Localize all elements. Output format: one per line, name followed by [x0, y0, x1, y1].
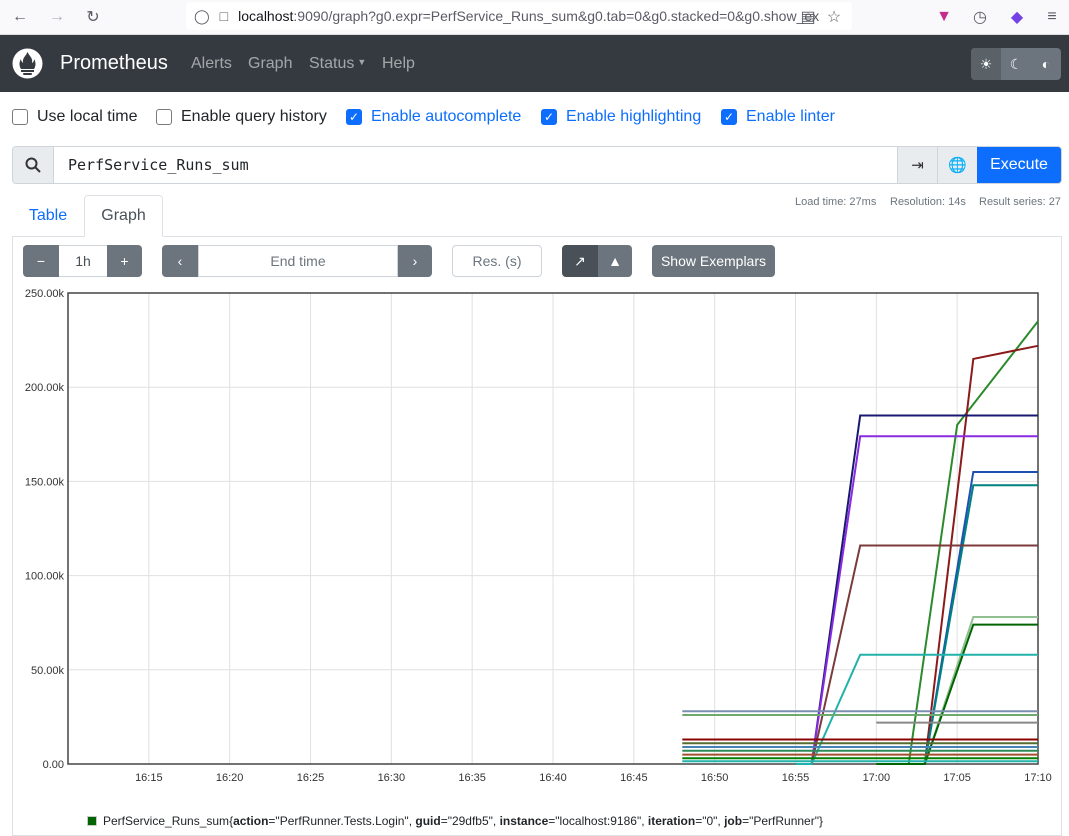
option-label: Enable autocomplete	[371, 108, 522, 125]
legend-label-key: guid	[415, 814, 441, 828]
url-rest: :9090/graph?g0.expr=PerfService_Runs_sum…	[293, 8, 820, 24]
navbar: Prometheus Alerts Graph Status ▼ Help ☀ ☾…	[0, 35, 1069, 92]
dark-theme-icon[interactable]: ☾	[1001, 48, 1031, 80]
menu-icon[interactable]: ≡	[1040, 6, 1064, 28]
tab-graph[interactable]: Graph	[84, 195, 163, 237]
nav-graph[interactable]: Graph	[248, 55, 292, 73]
light-theme-icon[interactable]: ☀	[971, 48, 1001, 80]
reload-icon[interactable]: ↻	[81, 6, 105, 28]
range-increase-button[interactable]: +	[107, 245, 142, 277]
legend-label-value: ="PerfRunner.Tests.Login",	[268, 814, 416, 828]
load-time: Load time: 27ms	[795, 196, 877, 208]
pocket-icon[interactable]: ▼	[932, 6, 956, 28]
execute-button[interactable]: Execute	[977, 147, 1061, 183]
y-tick-label: 50.00k	[31, 665, 65, 677]
option-linter[interactable]: ✓ Enable linter	[721, 108, 835, 126]
range-decrease-button[interactable]: −	[23, 245, 59, 277]
option-label: Use local time	[37, 108, 138, 125]
y-tick-label: 250.00k	[25, 288, 65, 300]
legend-label-key: job	[724, 814, 743, 828]
resolution-input[interactable]: Res. (s)	[452, 245, 542, 277]
url-host: localhost	[238, 8, 294, 24]
end-time-input[interactable]: End time	[198, 245, 398, 277]
forward-icon[interactable]: →	[45, 6, 69, 28]
result-series: Result series: 27	[979, 196, 1061, 208]
x-tick-label: 16:15	[135, 772, 163, 784]
legend-metric: PerfService_Runs_sum	[103, 814, 230, 828]
option-label: Enable query history	[181, 108, 327, 125]
x-tick-label: 17:10	[1024, 772, 1052, 784]
show-exemplars-button[interactable]: Show Exemplars	[652, 245, 775, 277]
nav-status-label: Status	[309, 55, 355, 72]
checkbox-checked[interactable]: ✓	[346, 109, 362, 125]
search-icon	[13, 147, 54, 183]
x-tick-label: 16:50	[701, 772, 729, 784]
query-input[interactable]: PerfService_Runs_sum	[54, 147, 897, 183]
option-label: Enable linter	[746, 108, 835, 125]
checkbox[interactable]	[156, 109, 172, 125]
x-tick-label: 17:00	[863, 772, 891, 784]
nav-status[interactable]: Status ▼	[309, 55, 366, 73]
checkbox-checked[interactable]: ✓	[541, 109, 557, 125]
legend-label-key: action	[233, 814, 269, 828]
extension-timer-icon[interactable]: ◷	[968, 6, 992, 28]
metrics-explorer-icon[interactable]: 🌐	[937, 147, 977, 183]
nav-alerts[interactable]: Alerts	[191, 55, 232, 73]
bookmark-star-icon[interactable]: ☆	[822, 6, 846, 28]
reader-view-icon[interactable]: ▤	[796, 6, 820, 28]
legend-label-value: ="localhost:9186",	[548, 814, 648, 828]
y-tick-label: 0.00	[43, 759, 64, 771]
x-tick-label: 16:20	[216, 772, 244, 784]
browser-toolbar: ← → ↻ ◯ □ localhost:9090/graph?g0.expr=P…	[0, 0, 1069, 35]
y-tick-label: 100.00k	[25, 571, 65, 583]
graph-chart[interactable]: 16:15 16:20 16:25 16:30 16:35 16:40 16:45 16:50…	[12, 285, 1062, 790]
chevron-right-icon[interactable]: ›	[398, 245, 432, 277]
url-bar[interactable]: ◯ □ localhost:9090/graph?g0.expr=PerfSer…	[186, 2, 852, 30]
prometheus-logo-icon[interactable]	[12, 48, 43, 79]
y-tick-label: 150.00k	[25, 476, 65, 488]
x-tick-label: 17:05	[943, 772, 971, 784]
stacked-chart-icon[interactable]: ▲	[598, 245, 632, 277]
auto-theme-icon[interactable]: ◐	[1031, 48, 1061, 80]
legend-item[interactable]: PerfService_Runs_sum{action="PerfRunner.…	[87, 814, 823, 828]
checkbox[interactable]	[12, 109, 28, 125]
theme-switcher: ☀ ☾ ◐	[971, 48, 1061, 80]
legend-label-key: iteration	[647, 814, 696, 828]
x-tick-label: 16:35	[458, 772, 486, 784]
extensions-icon[interactable]: ◆	[1005, 6, 1029, 28]
back-icon[interactable]: ←	[8, 6, 32, 28]
checkbox-checked[interactable]: ✓	[721, 109, 737, 125]
brand-title[interactable]: Prometheus	[60, 52, 168, 75]
query-bar: PerfService_Runs_sum ⇥ 🌐 Execute	[12, 146, 1062, 184]
legend-label-value: ="PerfRunner"	[742, 814, 819, 828]
x-tick-label: 16:55	[782, 772, 810, 784]
legend-label-value: ="0",	[695, 814, 725, 828]
range-input[interactable]: 1h	[59, 245, 107, 277]
x-tick-label: 16:30	[378, 772, 406, 784]
resolution: Resolution: 14s	[890, 196, 966, 208]
legend-swatch	[87, 816, 97, 826]
chevron-left-icon[interactable]: ‹	[162, 245, 198, 277]
caret-down-icon: ▼	[357, 57, 367, 67]
y-tick-label: 200.00k	[25, 382, 65, 394]
page-icon: □	[219, 8, 229, 24]
option-autocomplete[interactable]: ✓ Enable autocomplete	[346, 108, 521, 126]
format-expression-icon[interactable]: ⇥	[897, 147, 937, 183]
x-tick-label: 16:25	[297, 772, 325, 784]
legend-label-value: ="29dfb5",	[440, 814, 500, 828]
x-tick-label: 16:45	[620, 772, 648, 784]
x-tick-label: 16:40	[539, 772, 567, 784]
shield-icon: ◯	[194, 7, 210, 24]
tab-table[interactable]: Table	[13, 195, 83, 237]
option-query-history[interactable]: Enable query history	[156, 108, 327, 126]
legend-text: PerfService_Runs_sum{action="PerfRunner.…	[103, 814, 824, 828]
option-label: Enable highlighting	[566, 108, 702, 125]
option-use-local-time[interactable]: Use local time	[12, 108, 137, 126]
option-highlighting[interactable]: ✓ Enable highlighting	[541, 108, 701, 126]
nav-help[interactable]: Help	[382, 55, 415, 73]
line-chart-icon[interactable]: ↗	[562, 245, 598, 277]
legend-label-key: instance	[499, 814, 549, 828]
